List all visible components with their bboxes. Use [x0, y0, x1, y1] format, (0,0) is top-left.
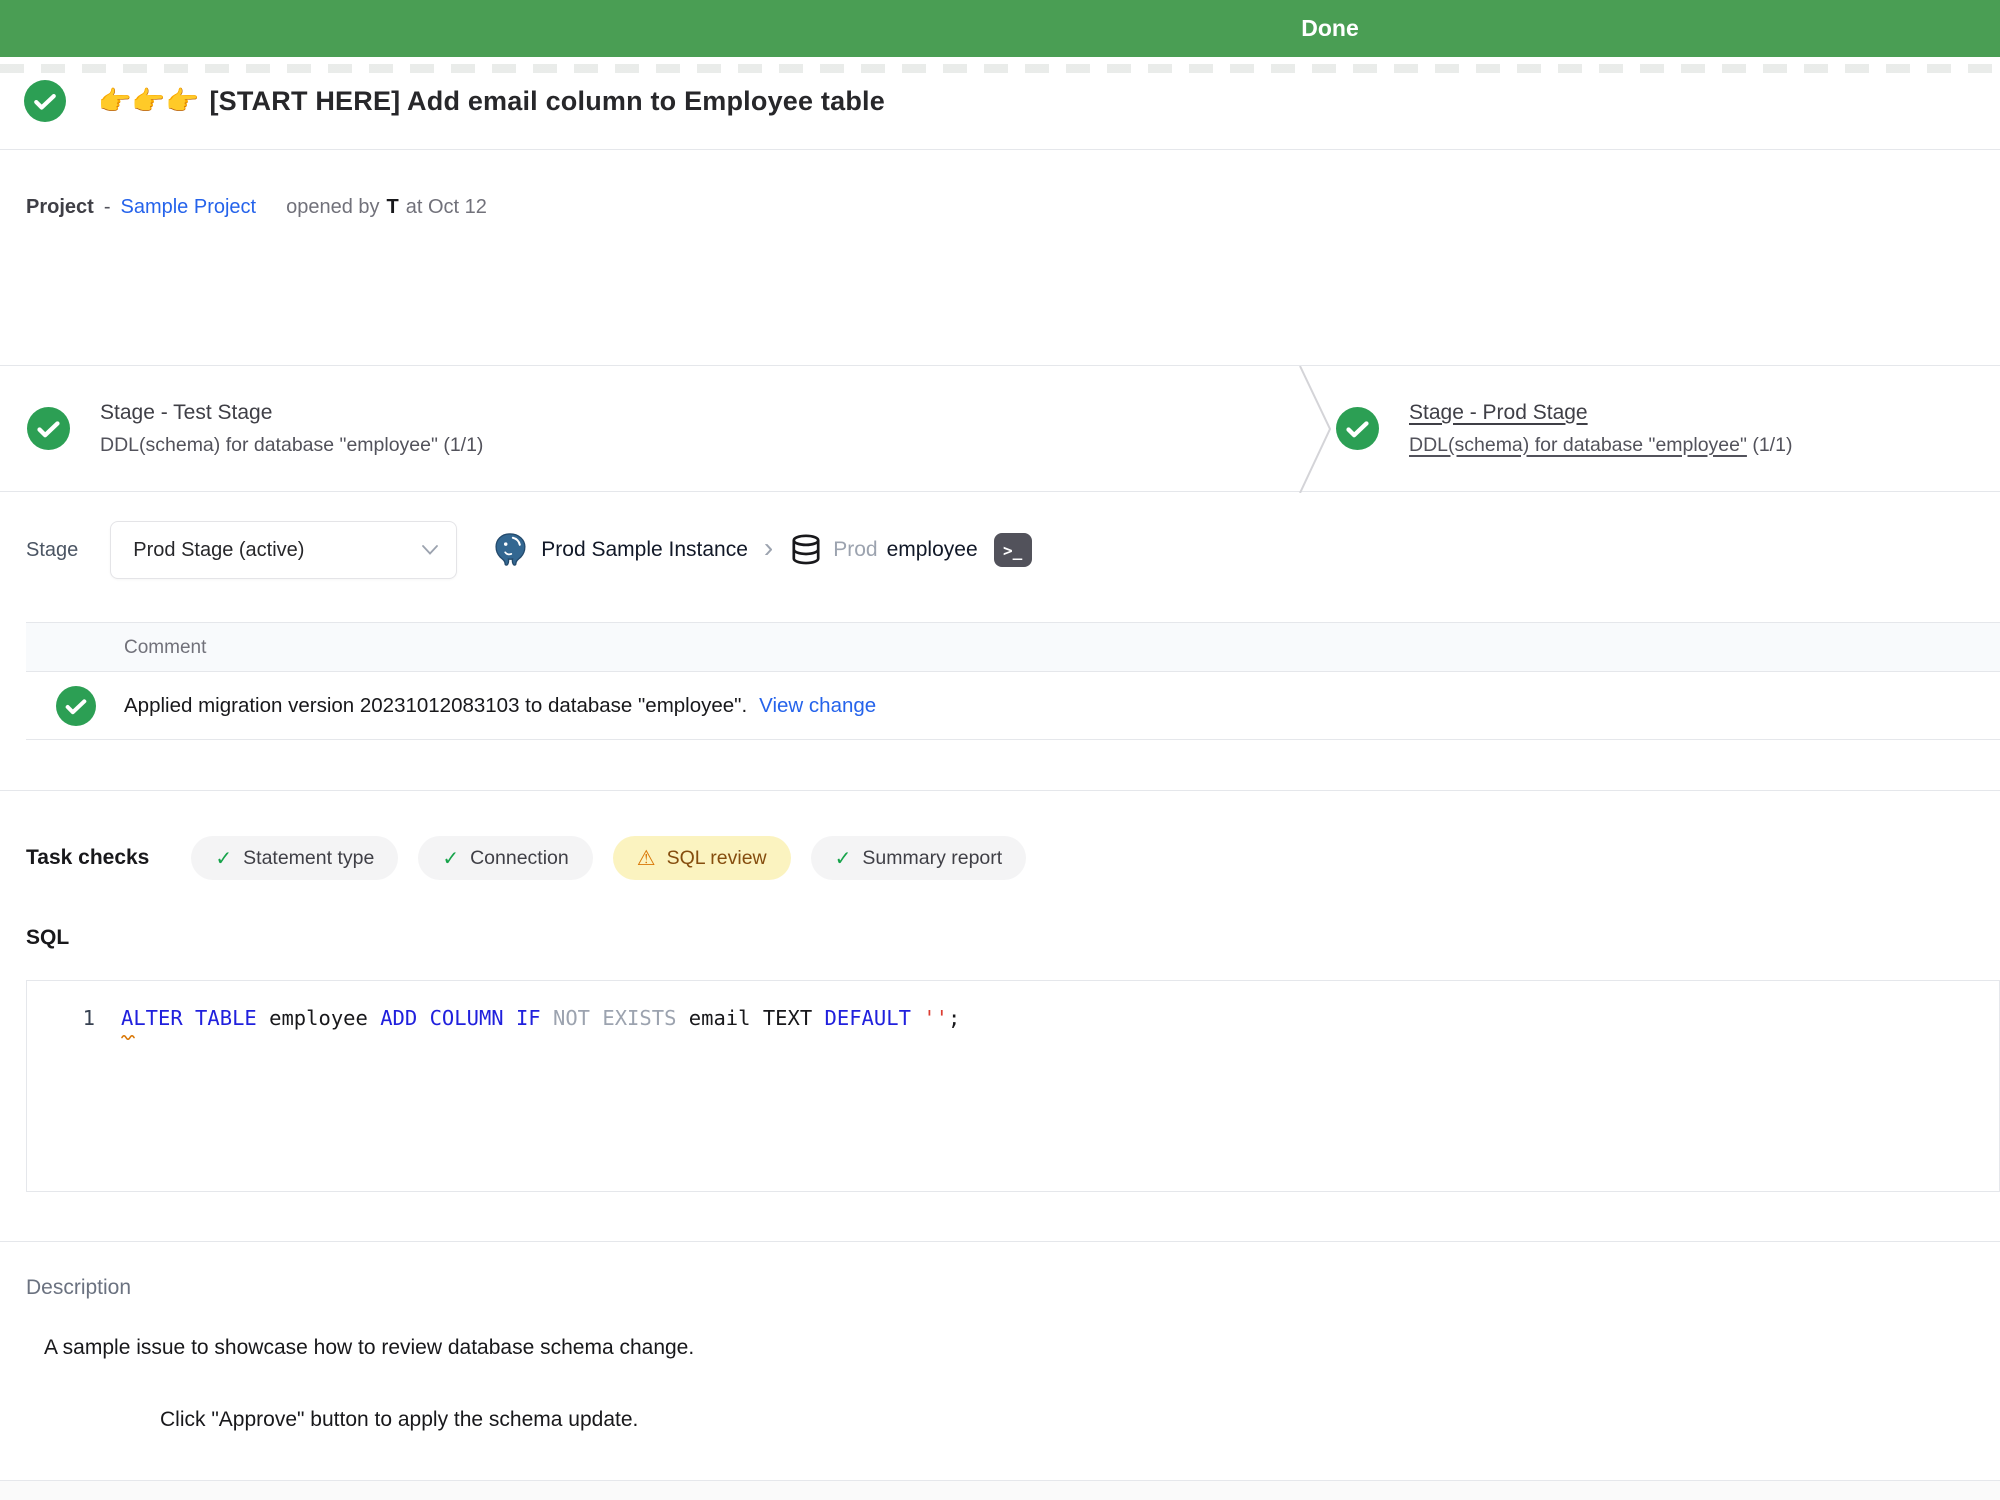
- task-check-label: Connection: [470, 847, 569, 870]
- issue-title-text: [START HERE] Add email column to Employe…: [209, 86, 884, 116]
- stage-test-title: Stage - Test Stage: [100, 401, 483, 425]
- task-check-label: Statement type: [243, 847, 374, 870]
- description-paragraph: Click "Approve" button to apply the sche…: [160, 1408, 638, 1432]
- sql-token: ;: [948, 1006, 960, 1030]
- stage-prod-task-count: (1/1): [1747, 434, 1793, 456]
- sql-token: ADD COLUMN IF: [380, 1006, 553, 1030]
- project-separator: -: [104, 196, 111, 219]
- issue-title-row: 👉👉👉 [START HERE] Add email column to Empl…: [24, 80, 885, 122]
- check-icon: ✓: [215, 846, 232, 871]
- open-sql-editor-button[interactable]: >_: [994, 533, 1032, 567]
- terminal-icon: >_: [1003, 541, 1022, 560]
- title-divider: [0, 149, 2000, 150]
- database-name: employee: [887, 538, 978, 562]
- task-check-pill-summary-report[interactable]: ✓ Summary report: [811, 836, 1027, 880]
- stage-selector-row: Stage Prod Stage (active) Prod Sample In…: [26, 521, 1032, 579]
- comment-row: Applied migration version 20231012083103…: [26, 672, 2000, 740]
- breadcrumb-chevron-icon: ›: [764, 534, 773, 562]
- opened-at-text: at Oct 12: [406, 196, 487, 219]
- banner-status-label: Done: [1230, 0, 1430, 57]
- opened-by-text: opened by: [286, 196, 379, 219]
- description-paragraph: A sample issue to showcase how to review…: [44, 1336, 694, 1360]
- stage-timeline: Stage - Test Stage DDL(schema) for datab…: [0, 365, 2000, 492]
- sql-token: NOT EXISTS: [553, 1006, 689, 1030]
- task-check-pill-statement-type[interactable]: ✓ Statement type: [191, 836, 398, 880]
- comment-text: Applied migration version 20231012083103…: [124, 694, 747, 718]
- view-change-link[interactable]: View change: [759, 694, 876, 718]
- issue-page: Done 👉👉👉 [START HERE] Add email column to…: [0, 0, 2000, 1500]
- sql-token: DEFAULT: [825, 1006, 924, 1030]
- stage-prod-check-icon: [1336, 407, 1379, 450]
- sql-editor[interactable]: 1 ALTER TABLE employee ADD COLUMN IF NOT …: [26, 980, 2000, 1192]
- banner-dashed-edge: [0, 64, 2000, 73]
- sql-token: email TEXT: [689, 1006, 825, 1030]
- postgresql-icon: [491, 531, 529, 569]
- pointing-hand-emoji: 👉👉👉: [98, 86, 199, 116]
- sql-token: employee: [269, 1006, 380, 1030]
- instance-name: Prod Sample Instance: [541, 538, 748, 562]
- database-environment-label: Prod: [833, 538, 877, 562]
- sql-token: ALTER TABLE: [121, 1006, 269, 1030]
- stage-test-check-icon: [27, 407, 70, 450]
- stage-chevron-separator-icon: [1298, 366, 1334, 493]
- task-check-label: Summary report: [862, 847, 1002, 870]
- check-icon: ✓: [442, 846, 459, 871]
- check-icon: ✓: [835, 846, 852, 871]
- bottom-divider: [0, 1480, 2000, 1500]
- stage-select-value: Prod Stage (active): [133, 539, 304, 562]
- stage-prod-title[interactable]: Stage - Prod Stage: [1409, 401, 1792, 425]
- warning-icon: ⚠: [637, 846, 656, 871]
- sql-warning-squiggle-icon: [121, 1033, 137, 1040]
- task-checks-label: Task checks: [26, 846, 149, 870]
- database-icon: [789, 533, 823, 567]
- stage-card-prod[interactable]: Stage - Prod Stage DDL(schema) for datab…: [1336, 366, 1792, 491]
- task-check-label: SQL review: [667, 847, 767, 870]
- description-label: Description: [26, 1276, 131, 1300]
- comment-success-check-icon: [56, 686, 96, 726]
- chevron-down-icon: [422, 545, 438, 555]
- issue-done-check-icon: [24, 80, 66, 122]
- creator-name: T: [387, 196, 399, 219]
- sql-code: ALTER TABLE employee ADD COLUMN IF NOT E…: [121, 1006, 960, 1030]
- stage-select[interactable]: Prod Stage (active): [110, 521, 457, 579]
- sql-token: '': [923, 1006, 948, 1030]
- stage-test-subtitle: DDL(schema) for database "employee" (1/1…: [100, 434, 483, 457]
- stage-prod-subtitle: DDL(schema) for database "employee" (1/1…: [1409, 434, 1792, 457]
- task-check-pill-sql-review[interactable]: ⚠ SQL review: [613, 836, 791, 880]
- sql-code-line: 1 ALTER TABLE employee ADD COLUMN IF NOT …: [27, 1003, 1999, 1033]
- project-label: Project: [26, 196, 94, 219]
- comment-table-header: Comment: [26, 622, 2000, 672]
- task-check-pill-connection[interactable]: ✓ Connection: [418, 836, 592, 880]
- section-divider: [0, 790, 2000, 791]
- comment-table: Comment Applied migration version 202310…: [26, 622, 2000, 740]
- line-number: 1: [27, 1003, 95, 1033]
- project-link[interactable]: Sample Project: [120, 196, 256, 219]
- project-row: Project - Sample Project opened by T at …: [26, 196, 487, 219]
- done-banner: Done: [0, 0, 2000, 57]
- issue-title: 👉👉👉 [START HERE] Add email column to Empl…: [98, 85, 885, 117]
- task-checks-row: Task checks ✓ Statement type ✓ Connectio…: [26, 836, 1026, 880]
- stage-prod-task-link[interactable]: DDL(schema) for database "employee": [1409, 434, 1747, 456]
- sql-section-label: SQL: [26, 926, 69, 950]
- stage-selector-label: Stage: [26, 539, 78, 562]
- stage-card-test[interactable]: Stage - Test Stage DDL(schema) for datab…: [27, 366, 483, 491]
- section-divider: [0, 1241, 2000, 1242]
